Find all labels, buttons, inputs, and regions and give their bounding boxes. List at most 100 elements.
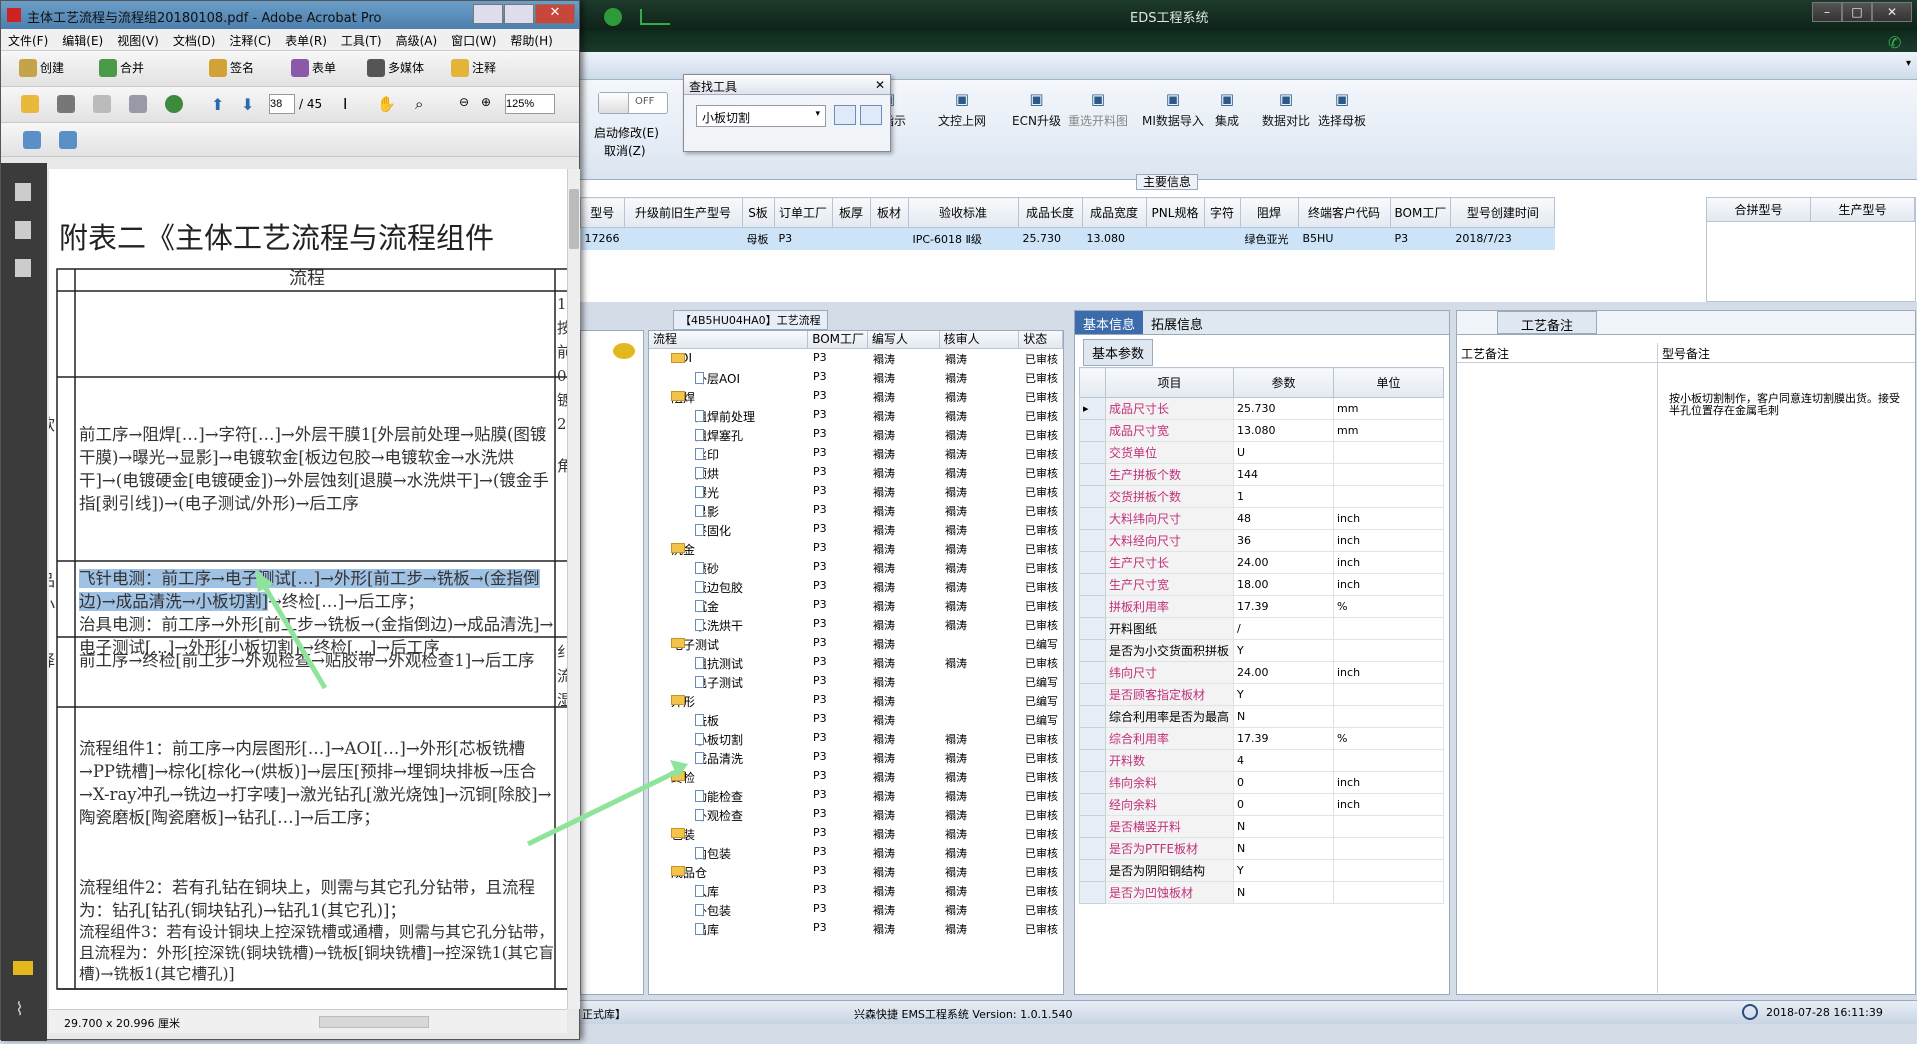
tree-row[interactable]: 电子测试 P3 褟涛 已编写 bbox=[649, 672, 1063, 691]
param-value[interactable]: U bbox=[1233, 441, 1334, 464]
param-row[interactable]: 是否顾客指定板材 Y bbox=[1079, 683, 1444, 706]
param-row[interactable]: 大料经向尺寸 36 inch bbox=[1079, 529, 1444, 552]
eds-minimize-button[interactable]: – bbox=[1812, 2, 1842, 22]
param-row[interactable]: 是否为PTFE板材 N bbox=[1079, 837, 1444, 860]
row-4-text-3[interactable]: 流程组件3：若有设计铜块上控深铣槽或通槽，则需与其它孔分钻带，且流程为：外形[控… bbox=[79, 922, 555, 985]
zoom-in-icon[interactable]: ⊕ bbox=[481, 95, 491, 109]
tree-row[interactable]: 板边包胶 P3 褟涛 褟涛 已审核 bbox=[649, 577, 1063, 596]
tree-row[interactable]: −电子测试 P3 褟涛 已编写 bbox=[649, 634, 1063, 653]
toolbar-button-3[interactable]: 表单 bbox=[291, 59, 336, 77]
tab-basic-info[interactable]: 基本信息 bbox=[1075, 311, 1144, 334]
tree-row[interactable]: 阻焊塞孔 P3 褟涛 褟涛 已审核 bbox=[649, 425, 1063, 444]
param-row[interactable]: 成品尺寸宽 13.080 mm bbox=[1079, 419, 1444, 442]
tree-row[interactable]: 沉金 P3 褟涛 褟涛 已审核 bbox=[649, 596, 1063, 615]
bookmarks-icon[interactable] bbox=[15, 221, 31, 239]
row-4-text-1[interactable]: 流程组件1：前工序→内层图形[…]→AOI[…]→外形[芯板铣槽→PP铣槽]→棕… bbox=[79, 737, 555, 829]
param-value[interactable]: Y bbox=[1233, 683, 1334, 706]
param-row[interactable]: 经向余料 0 inch bbox=[1079, 793, 1444, 816]
param-value[interactable]: N bbox=[1233, 815, 1334, 838]
acrobat-menu-item[interactable]: 文档(D) bbox=[166, 29, 223, 50]
ribbon-button-5[interactable]: ▣ 集成 bbox=[1215, 90, 1239, 129]
acrobat-menu-item[interactable]: 表单(R) bbox=[278, 29, 334, 50]
ribbon-button-2[interactable]: ▣ ECN升级 bbox=[1012, 90, 1061, 129]
pdf-vertical-scrollbar[interactable] bbox=[567, 169, 580, 1009]
tree-row[interactable]: −包装 P3 褟涛 褟涛 已审核 bbox=[649, 824, 1063, 843]
tree-row[interactable]: 外层AOI P3 褟涛 褟涛 已审核 bbox=[649, 368, 1063, 387]
ribbon-button-7[interactable]: ▣ 选择母板 bbox=[1318, 90, 1366, 129]
acrobat-menu-item[interactable]: 注释(C) bbox=[222, 29, 278, 50]
param-row[interactable]: 生产尺寸长 24.00 inch bbox=[1079, 551, 1444, 574]
modify-toggle[interactable]: OFF bbox=[598, 92, 668, 114]
tree-row[interactable]: 显影 P3 褟涛 褟涛 已审核 bbox=[649, 501, 1063, 520]
param-row[interactable]: 生产拼板个数 144 bbox=[1079, 463, 1444, 486]
acrobat-close-button[interactable]: ✕ bbox=[535, 4, 575, 24]
param-value[interactable]: 13.080 bbox=[1233, 419, 1334, 442]
param-value[interactable]: / bbox=[1233, 617, 1334, 640]
tree-row[interactable]: 阻焊前处理 P3 褟涛 褟涛 已审核 bbox=[649, 406, 1063, 425]
ribbon-button-4[interactable]: ▣ MI数据导入 bbox=[1142, 90, 1204, 129]
param-value[interactable]: 144 bbox=[1233, 463, 1334, 486]
comment-icon[interactable] bbox=[613, 343, 635, 359]
toolbar-button-2[interactable]: 签名 bbox=[209, 59, 254, 77]
acrobat-minimize-button[interactable] bbox=[473, 4, 503, 24]
param-value[interactable]: 36 bbox=[1233, 529, 1334, 552]
acrobat-menu-item[interactable]: 帮助(H) bbox=[503, 29, 559, 50]
param-row[interactable]: 交货拼板个数 1 bbox=[1079, 485, 1444, 508]
param-row[interactable]: 综合利用率是否为最高 N bbox=[1079, 705, 1444, 728]
tree-row[interactable]: 阻抗测试 P3 褟涛 褟涛 已审核 bbox=[649, 653, 1063, 672]
ribbon-button-6[interactable]: ▣ 数据对比 bbox=[1262, 90, 1310, 129]
param-row[interactable]: 是否横竖开料 N bbox=[1079, 815, 1444, 838]
tree-row[interactable]: 入库 P3 褟涛 褟涛 已审核 bbox=[649, 881, 1063, 900]
tree-row[interactable]: 水洗烘干 P3 褟涛 褟涛 已审核 bbox=[649, 615, 1063, 634]
tree-row[interactable]: 功能检查 P3 褟涛 褟涛 已审核 bbox=[649, 786, 1063, 805]
tab-process-remarks[interactable]: 工艺备注 bbox=[1497, 311, 1597, 334]
cancel-label[interactable]: 取消(Z) bbox=[604, 142, 646, 159]
row-4-text-2[interactable]: 流程组件2：若有孔钻在铜块上，则需与其它孔分钻带，且流程为：钻孔[钻孔(铜块钻孔… bbox=[79, 876, 555, 922]
close-icon[interactable]: ✕ bbox=[875, 78, 885, 92]
acrobat-menu-item[interactable]: 视图(V) bbox=[110, 29, 166, 50]
tab-basic-params[interactable]: 基本参数 bbox=[1083, 339, 1154, 366]
zoom-out-icon[interactable]: ⊖ bbox=[459, 95, 469, 109]
eds-close-button[interactable]: ✕ bbox=[1872, 2, 1912, 22]
param-value[interactable]: Y bbox=[1233, 859, 1334, 882]
model-remark-text[interactable]: 按小板切割制作，客户同意连切割膜出货。接受半孔位置存在金属毛刺 bbox=[1669, 393, 1909, 417]
tree-row[interactable]: −成品仓 P3 褟涛 褟涛 已审核 bbox=[649, 862, 1063, 881]
pages-icon[interactable] bbox=[15, 183, 31, 201]
acrobat-menu-item[interactable]: 编辑(E) bbox=[55, 29, 110, 50]
row-2-selected-text[interactable]: 飞针电测：前工序→电子测试[…]→外形[前工步→铣板→(金指倒边)→成品清洗→小… bbox=[79, 567, 555, 659]
tree-row[interactable]: 内包装 P3 褟涛 褟涛 已审核 bbox=[649, 843, 1063, 862]
open-icon[interactable] bbox=[21, 95, 42, 113]
email-icon[interactable] bbox=[129, 95, 150, 113]
param-row[interactable]: 是否为小交货面积拼板 Y bbox=[1079, 639, 1444, 662]
param-value[interactable]: 4 bbox=[1233, 749, 1334, 772]
print-icon[interactable] bbox=[57, 95, 78, 113]
find-next-icon[interactable] bbox=[860, 105, 882, 125]
param-row[interactable]: 是否为凹蚀板材 N bbox=[1079, 881, 1444, 904]
tree-row[interactable]: 外包装 P3 褟涛 褟涛 已审核 bbox=[649, 900, 1063, 919]
param-value[interactable]: 18.00 bbox=[1233, 573, 1334, 596]
param-value[interactable]: 17.39 bbox=[1233, 595, 1334, 618]
row-1-text[interactable]: 前工序→阻焊[…]→字符[…]→外层干膜1[外层前处理→贴膜(图镀干膜)→曝光→… bbox=[79, 423, 555, 515]
param-row[interactable]: 大料纬向尺寸 48 inch bbox=[1079, 507, 1444, 530]
row-3-text[interactable]: 前工序→终检[前工步→外观检查→贴胶带→外观检查1]→后工序 bbox=[79, 649, 555, 672]
param-row[interactable]: 开料数 4 bbox=[1079, 749, 1444, 772]
zoom-input[interactable] bbox=[505, 94, 555, 114]
tree-row[interactable]: 预烘 P3 褟涛 褟涛 已审核 bbox=[649, 463, 1063, 482]
tree-row[interactable]: −AOI P3 褟涛 褟涛 已审核 bbox=[649, 349, 1063, 368]
param-row[interactable]: 纬向尺寸 24.00 inch bbox=[1079, 661, 1444, 684]
attachment-icon[interactable]: ⌇ bbox=[15, 999, 24, 1020]
param-value[interactable]: N bbox=[1233, 705, 1334, 728]
tree-row[interactable]: 成品清洗 P3 褟涛 褟涛 已审核 bbox=[649, 748, 1063, 767]
save-icon[interactable] bbox=[93, 95, 114, 113]
param-row[interactable]: 交货单位 U bbox=[1079, 441, 1444, 464]
horizontal-scrollbar[interactable] bbox=[319, 1016, 429, 1028]
row-2-text-b[interactable]: →终检[…]→后工序； bbox=[268, 592, 424, 611]
ribbon-button-3[interactable]: ▣ 重选开料图 bbox=[1068, 90, 1128, 129]
param-value[interactable]: 17.39 bbox=[1233, 727, 1334, 750]
toolbar-button-5[interactable]: 注释 bbox=[451, 59, 496, 77]
tree-row[interactable]: 出库 P3 褟涛 褟涛 已审核 bbox=[649, 919, 1063, 938]
tree-row[interactable]: 曝光 P3 褟涛 褟涛 已审核 bbox=[649, 482, 1063, 501]
param-row[interactable]: ▸ 成品尺寸长 25.730 mm bbox=[1079, 397, 1444, 420]
fit-page-icon[interactable] bbox=[23, 131, 44, 149]
page-number-input[interactable] bbox=[269, 94, 295, 114]
